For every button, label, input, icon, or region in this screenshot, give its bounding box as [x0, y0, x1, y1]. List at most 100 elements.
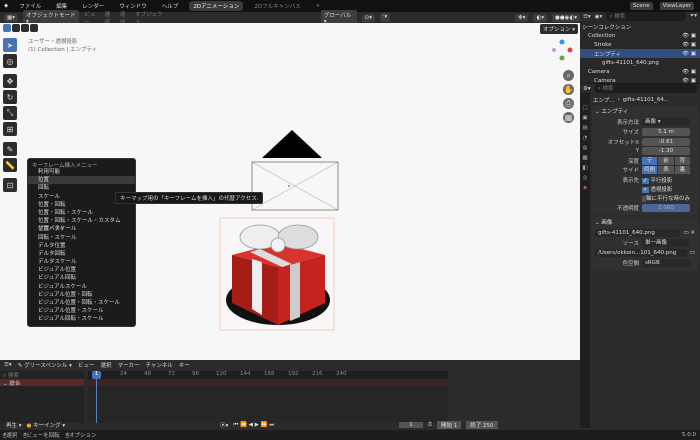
menu-item[interactable]: 回転・スケール [28, 234, 135, 242]
options-button[interactable]: オプション ▾ [540, 24, 579, 34]
pan-icon[interactable]: ✋ [563, 84, 574, 95]
depth-front[interactable]: 前 [658, 156, 674, 165]
start-frame-field[interactable]: 開始 1 [437, 421, 462, 429]
channel-search[interactable]: ⌕ 検索 [0, 371, 84, 379]
filter-icon[interactable]: ⏷▾ [690, 13, 697, 20]
transform-tool-icon[interactable]: ⊞ [3, 122, 17, 136]
offset-x-field[interactable]: -0.61 [642, 137, 690, 146]
data-tab-icon[interactable]: ◈ [583, 185, 587, 191]
annotate-tool-icon[interactable]: ✎ [3, 142, 17, 156]
channel-summary[interactable]: ⌄ 総合 [0, 379, 84, 387]
menu-item[interactable]: ビジュアル位置・回転・スケール [28, 299, 135, 307]
tab-2d-animation[interactable]: 2Dアニメーション [189, 1, 244, 11]
physics-tab-icon[interactable]: ◎ [583, 175, 588, 181]
visibility-icon[interactable]: 👁 ▣ [682, 33, 696, 39]
dopesheet-area[interactable]: 24 48 72 96 120 144 168 192 216 240 1 [88, 371, 448, 423]
gizmo-icon[interactable]: ✥▾ [515, 13, 529, 22]
outliner-item[interactable]: Collection 👁 ▣ [580, 31, 700, 40]
playback-menu[interactable]: 再生 ▾ [6, 421, 22, 429]
add-tool-icon[interactable]: ⊡ [3, 178, 17, 192]
outliner-item[interactable]: Stroke 👁 ▣ [580, 40, 700, 49]
menu-item[interactable]: 位置・回転・スケール・カスタムプロパティ [28, 217, 135, 232]
select-extend-icon[interactable] [12, 24, 20, 32]
outliner-item[interactable]: gifts-41101_640.png [580, 58, 700, 67]
scene-tab-icon[interactable]: ◔ [583, 135, 588, 141]
scene-selector[interactable]: Scene [629, 2, 653, 10]
add-workspace-button[interactable]: + [312, 2, 325, 10]
outliner-item[interactable]: シーンコレクション [580, 22, 700, 31]
filter-view-icon[interactable]: ◉▾ [595, 14, 603, 20]
visibility-icon[interactable]: 👁 ▣ [682, 69, 696, 75]
visibility-icon[interactable]: 👁 ▣ [682, 42, 696, 48]
render-tab-icon[interactable]: ▣ [582, 115, 587, 121]
browse-file-icon[interactable]: ▭ [690, 250, 695, 256]
scale-tool-icon[interactable]: ⤡ [3, 106, 17, 120]
select-tool-icon[interactable]: ➤ [3, 38, 17, 52]
menu-item[interactable]: 位置・回転・スケール [28, 209, 135, 217]
menu-item[interactable]: 利用可能 [28, 168, 135, 176]
display-as-dropdown[interactable]: 画像 ▾ [642, 117, 690, 126]
colorspace-dropdown[interactable]: sRGB [642, 258, 690, 267]
outliner-item[interactable]: Camera 👁 ▣ [580, 67, 700, 76]
end-frame-field[interactable]: 終了 250 [466, 421, 498, 429]
current-frame-indicator[interactable]: 1 [92, 371, 101, 379]
side-front[interactable]: 表 [658, 165, 674, 174]
current-frame-field[interactable]: 1 [399, 422, 423, 428]
editor-type-icon[interactable]: ☰▾ [4, 362, 12, 368]
menu-item[interactable]: デルタ位置 [28, 242, 135, 250]
opacity-field[interactable]: 1.000 [642, 203, 690, 212]
offset-y-field[interactable]: -1.30 [642, 146, 690, 155]
measure-tool-icon[interactable]: 📏 [3, 158, 17, 172]
timeline-menu-channel[interactable]: チャンネル [145, 361, 172, 369]
show-axis-aligned[interactable]: 軸に平行な時のみ [642, 194, 698, 202]
menu-item[interactable]: 位置 [28, 176, 135, 185]
pivot-icon[interactable]: ⊙▾ [361, 13, 375, 22]
show-orthographic[interactable]: ✓ 平行投影 [642, 176, 698, 184]
zoom-icon[interactable]: ⌕ [563, 70, 574, 81]
timeline-menu-marker[interactable]: マーカー [117, 361, 139, 369]
menu-item[interactable]: ビジュアル回転・スケール [28, 315, 135, 323]
camera-icon[interactable]: ⎙ [563, 98, 574, 109]
select-intersect-icon[interactable] [30, 24, 38, 32]
image-datablock[interactable]: gifts-41101_640.png [595, 228, 681, 237]
tool-tab-icon[interactable]: ▢ [582, 105, 587, 111]
stopwatch-icon[interactable]: ⏱ [428, 422, 432, 429]
show-perspective[interactable]: ✓ 透視投影 [642, 185, 698, 193]
menu-item[interactable]: デルタスケール [28, 258, 135, 266]
output-tab-icon[interactable]: ▤ [582, 125, 587, 131]
select-subtract-icon[interactable] [21, 24, 29, 32]
transport-controls[interactable]: ⏮ ⏪ ◀ ▶ ⏩ ⏭ [233, 422, 274, 429]
timeline-menu-view[interactable]: ビュー [78, 361, 95, 369]
menu-item[interactable]: 位置・スケール [28, 225, 135, 233]
source-dropdown[interactable]: 単一画像 [642, 238, 690, 247]
select-new-icon[interactable] [3, 24, 11, 32]
size-field[interactable]: 5.1 m [642, 127, 690, 136]
mode-dropdown[interactable]: ✎ グリースペンシル ▾ [18, 361, 72, 369]
depth-back[interactable]: 背 [674, 156, 690, 165]
timeline-menu-select[interactable]: 選択 [100, 361, 111, 369]
side-both[interactable]: 両側 [642, 165, 658, 174]
blender-logo-icon[interactable]: ◈ [4, 3, 8, 9]
display-mode-icon[interactable]: ☰▾ [583, 14, 591, 20]
side-back[interactable]: 裏 [674, 165, 690, 174]
keying-menu[interactable]: ● キーイング ▾ [27, 421, 66, 429]
object-tab-icon[interactable]: ◧ [582, 165, 587, 171]
menu-item[interactable]: ビジュアル位置・スケール [28, 307, 135, 315]
grid-icon[interactable]: ▦ [563, 112, 574, 123]
menu-item[interactable]: デルタ回転 [28, 250, 135, 258]
navigation-gizmo[interactable] [550, 38, 574, 64]
world-tab-icon[interactable]: ◍ [583, 145, 588, 151]
rotate-tool-icon[interactable]: ↻ [3, 90, 17, 104]
shading-icon[interactable]: ●●◉◐▾ [552, 13, 581, 22]
overlay-icon[interactable]: ◐▾ [533, 13, 548, 22]
visibility-icon[interactable]: 👁 ▣ [682, 78, 696, 84]
auto-key-icon[interactable]: ⦿▾ [220, 421, 228, 429]
frame-ruler[interactable]: 24 48 72 96 120 144 168 192 216 240 [88, 371, 448, 379]
properties-editor-icon[interactable]: ⚙▾ [583, 86, 591, 92]
depth-default[interactable]: デフ... [642, 156, 658, 172]
editor-type-button[interactable]: ▦▾ [4, 13, 18, 22]
outliner-search[interactable]: ⌕ 検索 [606, 12, 686, 21]
menu-item[interactable]: ビジュアル位置・回転 [28, 291, 135, 299]
move-tool-icon[interactable]: ✥ [3, 74, 17, 88]
timeline-menu-key[interactable]: キー [179, 361, 190, 369]
